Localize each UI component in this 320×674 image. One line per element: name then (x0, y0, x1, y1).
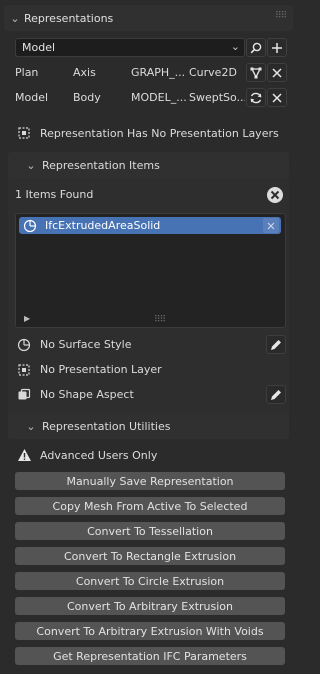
remove-representation-button[interactable] (267, 63, 287, 82)
search-button[interactable] (246, 38, 266, 57)
presentation-layer-label: No Presentation Layer (40, 363, 162, 376)
pencil-icon (271, 339, 281, 350)
context-dropdown-value: Model (22, 41, 56, 54)
context-dropdown[interactable]: Model ⌄ (15, 38, 245, 57)
rep-target-view: MODEL_... (131, 91, 187, 104)
edit-surface-style-button[interactable] (266, 335, 286, 354)
chevron-down-icon: ⌄ (26, 419, 36, 433)
convert-to-arbitrary-extrusion-button[interactable]: Convert To Arbitrary Extrusion (15, 597, 285, 615)
remove-representation-button[interactable] (267, 88, 287, 107)
shape-aspect-label: No Shape Aspect (40, 388, 134, 401)
edit-shape-aspect-button[interactable] (266, 385, 286, 404)
convert-to-rectangle-extrusion-button[interactable]: Convert To Rectangle Extrusion (15, 547, 285, 565)
list-resize-handle-icon[interactable]: ⠿⠿ (154, 315, 166, 325)
representations-panel-header[interactable]: ⌄ Representations (4, 5, 293, 31)
close-icon (267, 222, 275, 229)
plus-icon (272, 42, 282, 53)
presentation-layer-icon (17, 363, 31, 380)
rep-context: Model (15, 91, 49, 104)
representation-utilities-title: Representation Utilities (42, 419, 171, 433)
vertex-select-icon (250, 67, 262, 78)
select-representation-button[interactable] (246, 63, 266, 82)
representation-utilities-header[interactable]: ⌄ Representation Utilities (8, 413, 289, 439)
chevron-down-icon: ⌄ (10, 11, 20, 25)
convert-to-tessellation-button[interactable]: Convert To Tessellation (15, 522, 285, 540)
list-expand-icon[interactable]: ▶ (24, 314, 30, 323)
rep-context: Plan (15, 66, 39, 79)
presentation-layers-message: Representation Has No Presentation Layer… (40, 127, 279, 140)
surface-style-icon (17, 338, 31, 355)
presentation-layer-icon (17, 126, 31, 143)
panel-title: Representations (24, 11, 114, 25)
chevron-down-icon: ⌄ (26, 158, 36, 172)
convert-to-arbitrary-extrusion-voids-button[interactable]: Convert To Arbitrary Extrusion With Void… (15, 622, 285, 640)
convert-to-circle-extrusion-button[interactable]: Convert To Circle Extrusion (15, 572, 285, 590)
geometry-item-icon (23, 219, 37, 232)
close-icon (272, 92, 282, 103)
close-circle-icon (267, 187, 283, 203)
advanced-users-warning: Advanced Users Only (40, 449, 158, 462)
remove-item-button[interactable] (263, 218, 279, 233)
rep-target-view: GRAPH_... (131, 66, 186, 79)
list-item-label: IfcExtrudedAreaSolid (45, 219, 161, 232)
rep-type: SweptSo... (189, 91, 245, 104)
shape-aspect-icon (17, 388, 31, 405)
refresh-icon (250, 92, 262, 103)
drag-handle-icon[interactable]: ⠿⠿ (275, 11, 287, 21)
rep-subcontext: Axis (73, 66, 96, 79)
list-item[interactable]: IfcExtrudedAreaSolid (19, 217, 281, 234)
switch-representation-button[interactable] (246, 88, 266, 107)
add-button[interactable] (267, 38, 287, 57)
close-icon (272, 67, 282, 78)
get-representation-ifc-parameters-button[interactable]: Get Representation IFC Parameters (15, 647, 285, 665)
manually-save-representation-button[interactable]: Manually Save Representation (15, 472, 285, 490)
chevron-down-icon: ⌄ (230, 40, 240, 53)
items-count: 1 Items Found (15, 188, 94, 201)
rep-subcontext: Body (73, 91, 101, 104)
clear-items-button[interactable] (266, 186, 284, 204)
warning-icon (17, 448, 32, 465)
pencil-icon (271, 389, 281, 400)
representation-items-title: Representation Items (42, 158, 160, 172)
search-icon (250, 42, 262, 53)
representation-items-header[interactable]: ⌄ Representation Items (8, 152, 289, 178)
copy-mesh-button[interactable]: Copy Mesh From Active To Selected (15, 497, 285, 515)
surface-style-label: No Surface Style (40, 338, 132, 351)
rep-type: Curve2D (189, 66, 237, 79)
